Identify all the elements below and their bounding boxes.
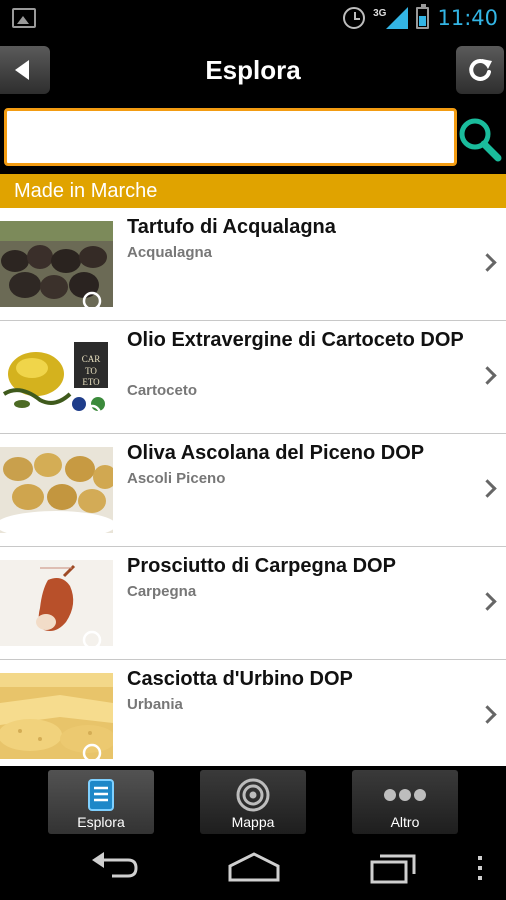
tab-label: Mappa [231,814,275,830]
item-subtitle: Acqualagna [127,244,213,261]
nav-home-button[interactable] [226,850,282,886]
network-type-label: 3G [373,8,387,19]
status-bar: 3G 11:40 [0,0,506,36]
list-icon [88,779,114,811]
search-icon [459,118,502,162]
refresh-button[interactable] [456,46,504,94]
chevron-right-icon [478,366,497,385]
back-arrow-icon [15,60,29,80]
tab-altro[interactable]: Altro [352,770,458,834]
item-subtitle: Urbania [127,696,183,713]
tab-label: Esplora [77,814,125,830]
action-bar: Esplora [0,36,506,104]
chevron-right-icon [478,479,497,498]
item-title: Tartufo di Acqualagna [127,216,336,238]
status-time: 11:40 [437,6,498,30]
chevron-right-icon [478,592,497,611]
nav-menu-icon[interactable] [474,850,486,886]
zoom-icon [82,291,108,317]
list-item[interactable]: Casciotta d'Urbino DOP Urbania [0,660,506,766]
target-icon [236,778,270,812]
status-indicators: 3G 11:40 [343,4,498,32]
image-notification-icon [12,8,36,28]
svg-text:TO: TO [85,366,97,376]
search-button[interactable] [456,112,504,166]
item-subtitle: Carpegna [127,583,197,600]
tab-esplora[interactable]: Esplora [48,770,154,834]
signal-icon [386,7,409,29]
list-item[interactable]: CAR TO ETO Olio Extravergine di Cartocet… [0,321,506,434]
list-item[interactable]: Tartufo di Acqualagna Acqualagna [0,208,506,321]
nav-recent-apps-button[interactable] [368,850,422,886]
item-title: Prosciutto di Carpegna DOP [127,555,396,577]
back-button[interactable] [0,46,50,94]
svg-text:ETO: ETO [82,377,100,387]
item-subtitle: Ascoli Piceno [127,470,226,487]
list-item[interactable]: Oliva Ascolana del Piceno DOP Ascoli Pic… [0,434,506,547]
chevron-right-icon [478,705,497,724]
chevron-right-icon [478,253,497,272]
product-list: Tartufo di Acqualagna Acqualagna CAR TO … [0,208,506,766]
refresh-icon [469,58,492,81]
search-input[interactable] [4,108,457,166]
tab-label: Altro [390,814,420,830]
item-title: Olio Extravergine di Cartoceto DOP [127,329,464,351]
zoom-icon [82,517,108,543]
more-icon [384,789,426,801]
svg-text:CAR: CAR [82,354,101,364]
bottom-tab-bar: Esplora Mappa Altro [0,766,506,838]
item-title: Casciotta d'Urbino DOP [127,668,353,690]
tab-mappa[interactable]: Mappa [200,770,306,834]
zoom-icon [82,630,108,656]
search-bar [0,104,506,174]
item-subtitle: Cartoceto [127,382,198,399]
zoom-icon [82,404,108,430]
zoom-icon [82,743,108,766]
section-header: Made in Marche [0,174,506,208]
item-title: Oliva Ascolana del Piceno DOP [127,442,425,464]
system-nav-bar [0,838,506,900]
list-item[interactable]: Prosciutto di Carpegna DOP Carpegna [0,547,506,660]
page-title: Esplora [205,55,301,85]
alarm-icon [343,7,366,29]
nav-back-button[interactable] [88,850,138,886]
battery-icon [416,4,430,29]
